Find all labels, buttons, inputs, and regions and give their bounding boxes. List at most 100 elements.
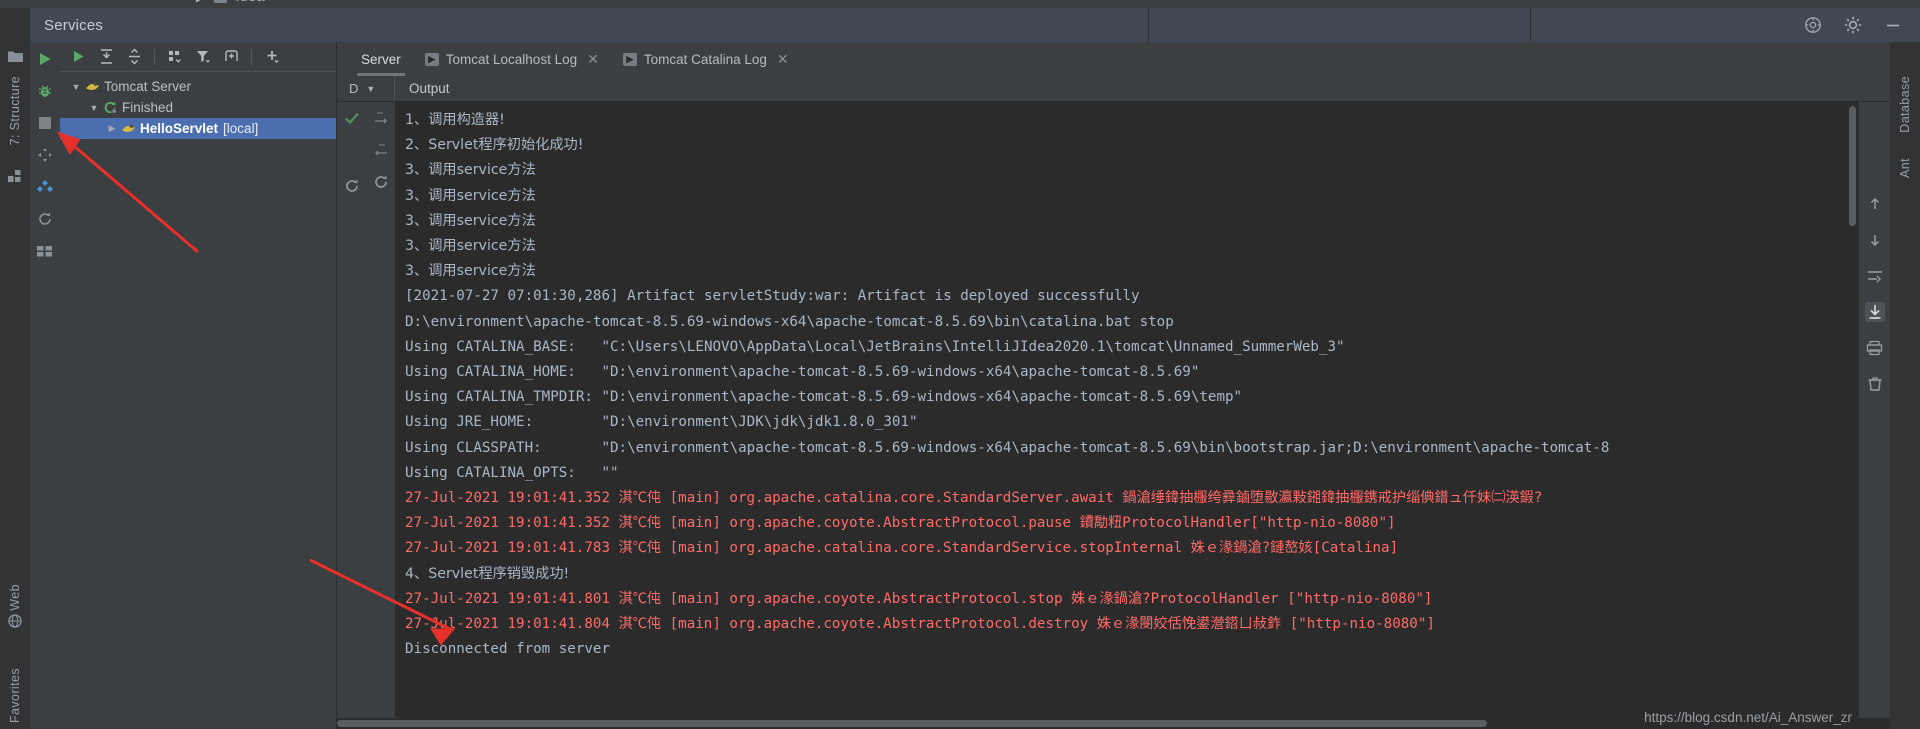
console-area: Server ▶ Tomcat Localhost Log ✕ ▶ Tomcat… <box>337 42 1890 729</box>
deployment-dropdown-value: D <box>349 81 359 96</box>
hscrollbar-thumb[interactable] <box>337 720 1487 727</box>
scroll-to-end-icon[interactable] <box>1864 302 1885 322</box>
refresh-icon[interactable] <box>373 174 389 190</box>
sidebar-item-ant[interactable]: Ant <box>1898 158 1912 178</box>
collapse-all-icon[interactable] <box>122 46 146 68</box>
services-tree: ▼ Tomcat Server ▼ Finished ▶ HelloServle… <box>60 72 336 729</box>
add-tab-icon[interactable] <box>219 46 243 68</box>
services-tree-panel: ▼ Tomcat Server ▼ Finished ▶ HelloServle… <box>60 42 337 729</box>
background-tab-strip: ▶ Idea <box>0 0 1920 8</box>
console-line: 4、Servlet程序销毁成功! <box>405 565 570 582</box>
console-subbar: D ▼ Output <box>337 76 1890 102</box>
soft-wrap-icon[interactable] <box>1865 266 1885 286</box>
tab-label: Tomcat Catalina Log <box>643 51 767 67</box>
console-line: 1、调用构造器! <box>405 112 505 128</box>
close-icon[interactable]: ✕ <box>777 51 789 68</box>
console-output[interactable]: 1、调用构造器! 2、Servlet程序初始化成功! 3、调用service方法 3、… <box>395 102 1858 718</box>
chevron-right-icon[interactable]: ▶ <box>104 123 120 134</box>
close-icon[interactable]: ✕ <box>587 51 599 68</box>
console-line: 27-Jul-2021 19:01:41.801 淇℃伅 [main] org.… <box>405 590 1433 607</box>
layout-icon[interactable] <box>36 242 54 260</box>
sidebar-item-web[interactable]: Web <box>8 584 22 611</box>
print-icon[interactable] <box>1865 338 1885 358</box>
build-icon <box>8 170 21 182</box>
console-line: 3、调用service方法 <box>405 263 536 280</box>
help-circle-icon[interactable] <box>1804 16 1822 34</box>
add-service-icon[interactable] <box>260 46 284 68</box>
tomcat-icon <box>120 121 136 137</box>
console-vertical-scrollbar[interactable] <box>1847 102 1858 718</box>
console-line: 27-Jul-2021 19:01:41.352 淇℃伅 [main] org.… <box>405 490 1543 507</box>
chevron-down-icon[interactable]: ▼ <box>86 103 102 113</box>
tab-server[interactable]: Server <box>349 42 413 76</box>
right-tool-rail: Database Ant <box>1890 42 1920 729</box>
tree-node-label: HelloServlet <box>140 121 219 136</box>
services-tree-toolbar <box>60 42 336 72</box>
triangle-icon: ▶ <box>196 0 204 4</box>
filter-icon[interactable] <box>191 46 215 68</box>
run-service-icon[interactable] <box>66 46 90 68</box>
tab-tomcat-localhost-log[interactable]: ▶ Tomcat Localhost Log ✕ <box>413 42 611 76</box>
console-line: Using CATALINA_OPTS: "" <box>405 464 619 481</box>
debug-icon[interactable] <box>36 82 54 100</box>
title-bar-divider-1 <box>1148 8 1149 42</box>
console-line: Disconnected from server <box>405 641 610 658</box>
gear-icon[interactable] <box>1844 16 1862 34</box>
tomcat-icon <box>84 79 100 95</box>
folder-icon <box>8 51 23 62</box>
tree-node-tomcat-server[interactable]: ▼ Tomcat Server <box>60 76 336 97</box>
background-tab-idea: ▶ Idea <box>196 0 265 5</box>
rerun-icon[interactable] <box>344 178 360 194</box>
services-tool-window: ▶ Idea Services 7: Structure <box>0 0 1920 729</box>
app-servers-icon[interactable] <box>36 178 54 196</box>
background-tab-label: Idea <box>235 0 264 5</box>
page-title: Services <box>44 16 104 34</box>
console-icon: ▶ <box>424 52 439 66</box>
console-line: 27-Jul-2021 19:01:41.804 淇℃伅 [main] org.… <box>405 616 1435 633</box>
step-out-icon[interactable] <box>373 142 389 158</box>
toolbar-separator-1 <box>154 48 155 65</box>
sidebar-item-structure[interactable]: 7: Structure <box>8 76 22 145</box>
expand-all-icon[interactable] <box>94 46 118 68</box>
left-tool-rail: 7: Structure Web Favorites <box>0 42 30 729</box>
chevron-down-icon[interactable]: ▼ <box>68 82 84 92</box>
scrollbar-thumb[interactable] <box>1849 106 1856 226</box>
rerun-icon[interactable] <box>36 210 54 228</box>
step-over-icon[interactable] <box>373 110 389 126</box>
console-line: D:\environment\apache-tomcat-8.5.69-wind… <box>405 313 1174 330</box>
output-label: Output <box>409 81 450 96</box>
deployment-dropdown[interactable]: D ▼ <box>337 76 395 101</box>
scroll-down-icon[interactable] <box>1865 230 1885 250</box>
tab-label: Server <box>361 51 401 67</box>
console-lines: 1、调用构造器! 2、Servlet程序初始化成功! 3、调用service方法 3、… <box>405 108 1858 662</box>
console-line: 3、调用service方法 <box>405 212 536 229</box>
stop-icon[interactable] <box>36 114 54 132</box>
title-bar-left-gutter <box>0 8 30 42</box>
title-bar-divider-2 <box>1530 8 1531 42</box>
watermark-text: https://blog.csdn.net/Ai_Answer_zr <box>1644 710 1852 725</box>
console-line: 3、调用service方法 <box>405 238 536 255</box>
toolbar-separator-2 <box>251 48 252 65</box>
sidebar-item-database[interactable]: Database <box>1898 76 1912 133</box>
console-icon: ▶ <box>622 52 637 66</box>
settings-deploy-icon[interactable] <box>36 146 54 164</box>
console-line: Using CATALINA_TMPDIR: "D:\environment\a… <box>405 389 1243 406</box>
console-line: 3、调用service方法 <box>405 162 536 179</box>
tree-node-finished[interactable]: ▼ Finished <box>60 97 336 118</box>
console-line: 3、调用service方法 <box>405 187 536 204</box>
sidebar-item-favorites[interactable]: Favorites <box>8 668 22 723</box>
tree-node-helloservlet[interactable]: ▶ HelloServlet [local] <box>60 118 336 139</box>
console-line: Using CLASSPATH: "D:\environment\apache-… <box>405 439 1610 456</box>
tab-label: Tomcat Localhost Log <box>445 51 578 67</box>
scroll-up-icon[interactable] <box>1865 194 1885 214</box>
trash-icon[interactable] <box>1865 374 1885 394</box>
tab-tomcat-catalina-log[interactable]: ▶ Tomcat Catalina Log ✕ <box>611 42 801 76</box>
console-line: Using CATALINA_BASE: "C:\Users\LENOVO\Ap… <box>405 338 1345 355</box>
chevron-down-icon[interactable]: ▼ <box>366 84 375 94</box>
console-line: Using JRE_HOME: "D:\environment\JDK\jdk\… <box>405 414 918 431</box>
rerun-green-icon <box>102 100 118 116</box>
group-by-icon[interactable] <box>163 46 187 68</box>
tree-node-suffix: [local] <box>223 121 259 136</box>
run-icon[interactable] <box>36 50 54 68</box>
minimize-icon[interactable] <box>1884 16 1902 34</box>
